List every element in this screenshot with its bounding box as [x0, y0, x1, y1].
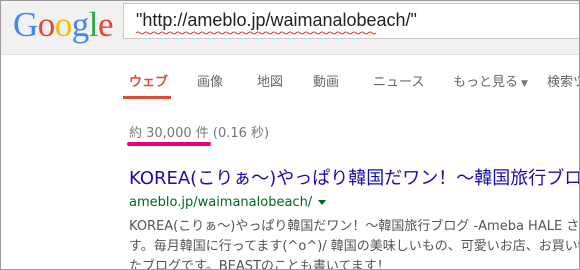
logo-letter: e: [98, 5, 114, 44]
tab-search-tools[interactable]: 検索ツー: [547, 71, 579, 90]
tab-more[interactable]: もっと見る ▼: [453, 71, 528, 90]
result-url-text: ameblo.jp/waimanalobeach/: [129, 195, 313, 210]
logo-letter: g: [71, 5, 90, 44]
google-logo[interactable]: Google: [13, 3, 114, 47]
result-title-link[interactable]: KOREA(こりぁ〜)やっぱり韓国だワン！〜韓国旅行ブログ: [129, 164, 579, 190]
search-header: Google "http://ameblo.jp/waimanalobeach/…: [1, 1, 579, 55]
result-url: ameblo.jp/waimanalobeach/: [129, 195, 327, 210]
url-dropdown-caret-icon[interactable]: [318, 200, 327, 205]
tab-web[interactable]: ウェブ: [129, 71, 168, 90]
search-input[interactable]: "http://ameblo.jp/waimanalobeach/": [123, 3, 579, 39]
active-tab-underline: [123, 96, 171, 99]
result-snippet-line: たブログです。BEASTのことも書いてます！: [129, 259, 390, 270]
search-query: "http://ameblo.jp/waimanalobeach/": [136, 10, 417, 30]
tab-news[interactable]: ニュース: [373, 71, 424, 90]
chevron-down-icon: ▼: [521, 79, 528, 89]
tab-images[interactable]: 画像: [197, 71, 223, 90]
logo-letter: l: [88, 5, 99, 44]
logo-letter: o: [37, 5, 56, 44]
tab-more-label: もっと見る: [453, 75, 519, 90]
result-stats: 約 30,000 件 (0.16 秒): [129, 126, 270, 141]
logo-letter: o: [54, 5, 73, 44]
tab-maps[interactable]: 地図: [257, 71, 283, 90]
result-snippet-line: KOREA(こりぁ〜)やっぱり韓国だワン！〜韓国旅行ブログ -Ameba HAL…: [129, 219, 580, 234]
logo-letter: G: [13, 5, 38, 44]
spellcheck-squiggle: [136, 31, 376, 35]
browser-frame: Google "http://ameblo.jp/waimanalobeach/…: [0, 0, 580, 270]
search-tabs: ウェブ 画像 地図 動画 ニュース もっと見る▼ 検索ツー: [1, 55, 579, 101]
highlight-underline: [127, 142, 211, 146]
result-snippet-line: す。毎月韓国に行ってます(^o^)/ 韓国の美味しいもの、可愛いお店、お買い物を: [129, 239, 580, 254]
tab-videos[interactable]: 動画: [313, 71, 339, 90]
